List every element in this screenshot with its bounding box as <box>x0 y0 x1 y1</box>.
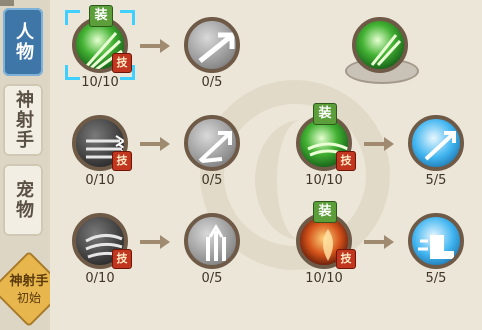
equipped-badge: 装 <box>313 103 337 125</box>
arrow-right-icon <box>364 235 394 249</box>
piercing-arrow-icon <box>184 17 240 73</box>
skill-node-r3-2[interactable]: 0/5 <box>184 213 240 286</box>
skill-level: 10/10 <box>305 173 343 188</box>
skill-level: 10/10 <box>305 271 343 286</box>
trident-arrow-icon <box>184 213 240 269</box>
skill-level: 5/5 <box>425 271 447 286</box>
arrow-right-icon <box>140 235 170 249</box>
skill-level: 0/5 <box>201 173 223 188</box>
equipped-badge: 装 <box>89 5 113 27</box>
skill-node-r3-3[interactable]: 装 技 10/10 <box>296 201 356 286</box>
skill-node-r1-3[interactable] <box>352 17 408 73</box>
technique-badge: 技 <box>336 249 356 269</box>
skill-node-r1-2[interactable]: 0/5 <box>184 17 240 90</box>
equipped-badge: 装 <box>313 201 337 223</box>
tab-character-label: 人物 <box>13 22 34 62</box>
skill-node-r2-2[interactable]: 0/5 <box>184 115 240 188</box>
sidebar: 人物 神射手 宠物 神射手 初始 <box>0 0 68 330</box>
skill-node-r2-4[interactable]: 5/5 <box>408 115 464 188</box>
arrow-right-icon <box>364 137 394 151</box>
skill-node-r1-1[interactable]: 装 技 10/10 <box>72 5 132 90</box>
skill-node-r3-4[interactable]: 5/5 <box>408 213 464 286</box>
skill-node-r3-1[interactable]: 技 0/10 <box>72 213 132 286</box>
speed-boot-icon <box>408 213 464 269</box>
skill-level: 5/5 <box>425 173 447 188</box>
skill-level: 0/10 <box>85 173 115 188</box>
technique-badge: 技 <box>112 53 132 73</box>
skill-level: 10/10 <box>81 75 119 90</box>
arrow-right-icon <box>140 39 170 53</box>
blue-arrow-icon <box>408 115 464 171</box>
skill-level: 0/5 <box>201 75 223 90</box>
tab-character[interactable]: 人物 <box>3 8 43 76</box>
skill-level: 0/5 <box>201 271 223 286</box>
skill-node-r2-3[interactable]: 装 技 10/10 <box>296 103 356 188</box>
green-strike-icon <box>352 17 408 73</box>
tab-marksman-label: 神射手 <box>13 90 34 150</box>
skill-tree-panel: 装 技 10/10 0/5 技 0/10 0/5 装 技 10/10 5/5 技… <box>50 0 482 330</box>
skill-level: 0/10 <box>85 271 115 286</box>
technique-badge: 技 <box>336 151 356 171</box>
tab-pet[interactable]: 宠物 <box>3 164 43 236</box>
technique-badge: 技 <box>112 249 132 269</box>
spread-arrow-icon <box>184 115 240 171</box>
technique-badge: 技 <box>112 151 132 171</box>
tab-pet-label: 宠物 <box>13 180 34 220</box>
skill-node-r2-1[interactable]: 技 0/10 <box>72 115 132 188</box>
arrow-right-icon <box>140 137 170 151</box>
tab-marksman[interactable]: 神射手 <box>3 84 43 156</box>
top-edge-tab <box>0 0 14 6</box>
